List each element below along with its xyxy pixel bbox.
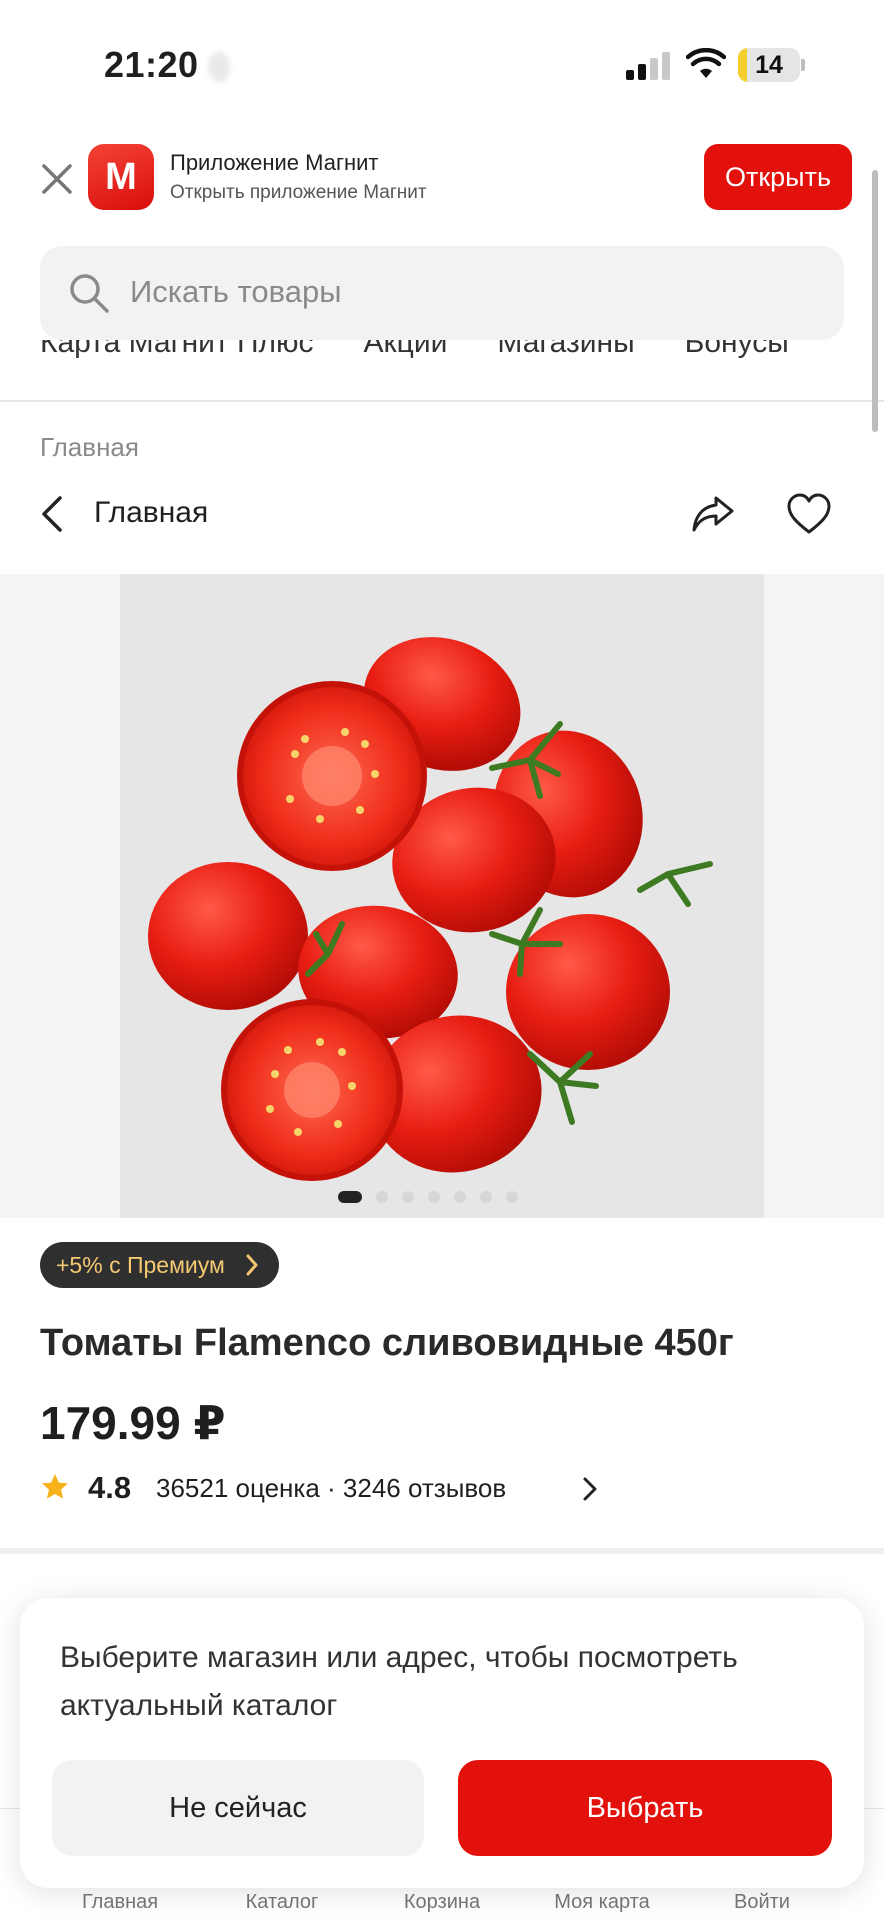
section-separator: [0, 1548, 884, 1554]
premium-badge-label: +5% с Премиум: [56, 1251, 225, 1278]
magnit-logo: M: [88, 144, 154, 210]
back-chevron-icon[interactable]: [38, 494, 66, 534]
choose-store-button[interactable]: Выбрать: [458, 1760, 832, 1856]
rating-score: 4.8: [88, 1470, 132, 1505]
rating-row[interactable]: 4.8 36521 оценка · 3246 отзывов: [40, 1468, 610, 1508]
search-placeholder: Искать товары: [130, 274, 342, 309]
product-title: Томаты Flamenco сливовидные 450г: [40, 1322, 734, 1364]
tab-login[interactable]: Войти: [692, 1891, 832, 1914]
banner-app-subtitle: Открыть приложение Магнит: [170, 182, 427, 203]
gallery-pagination[interactable]: [338, 1190, 518, 1204]
favorite-heart-icon[interactable]: [786, 492, 832, 536]
logo-letter: M: [105, 155, 137, 198]
category-item[interactable]: Бонусы: [685, 340, 789, 360]
premium-badge[interactable]: +5% с Премиум: [40, 1242, 279, 1288]
category-item[interactable]: Магазины: [497, 340, 634, 360]
open-app-button[interactable]: Открыть: [704, 144, 852, 210]
product-gallery[interactable]: [0, 574, 884, 1218]
sheet-message: Выберите магазин или адрес, чтобы посмот…: [60, 1641, 738, 1722]
wifi-icon: [686, 48, 726, 78]
close-icon[interactable]: [40, 162, 74, 196]
share-icon[interactable]: [690, 490, 736, 536]
pagination-dot[interactable]: [338, 1191, 362, 1203]
chevron-right-icon: [246, 1254, 258, 1276]
pagination-dot[interactable]: [454, 1191, 466, 1203]
pagination-dot[interactable]: [480, 1191, 492, 1203]
scrollbar[interactable]: [872, 170, 878, 432]
category-item[interactable]: Карта Магнит Плюс: [40, 340, 314, 360]
product-photo[interactable]: [120, 574, 764, 1218]
star-icon: [42, 1474, 68, 1499]
status-time: 21:20: [104, 44, 199, 85]
back-title[interactable]: Главная: [94, 496, 208, 530]
tomatoes-image: [148, 637, 713, 1181]
tab-home[interactable]: Главная: [50, 1891, 190, 1914]
product-screen: 21:20 14 M Приложение Магнит Открыть при…: [0, 0, 884, 1920]
search-icon: [70, 274, 109, 313]
pagination-dot[interactable]: [402, 1191, 414, 1203]
battery-icon: 14: [738, 48, 800, 82]
store-select-sheet: Выберите магазин или адрес, чтобы посмот…: [20, 1598, 864, 1888]
chevron-right-icon: [583, 1477, 597, 1501]
category-strip: Карта Магнит Плюс Акции Магазины Бонусы: [0, 340, 884, 368]
pagination-dot[interactable]: [428, 1191, 440, 1203]
pagination-dot[interactable]: [506, 1191, 518, 1203]
rating-counts: 36521 оценка · 3246 отзывов: [156, 1473, 507, 1503]
cellular-signal-icon: [626, 50, 672, 80]
header-divider: [0, 400, 884, 402]
breadcrumb[interactable]: Главная: [40, 432, 139, 463]
not-now-button[interactable]: Не сейчас: [52, 1760, 424, 1856]
battery-level: 14: [755, 51, 783, 79]
battery-cap: [801, 59, 805, 71]
product-price: 179.99 ₽: [40, 1397, 226, 1449]
pagination-dot[interactable]: [376, 1191, 388, 1203]
category-item[interactable]: Акции: [364, 340, 448, 360]
tab-cart[interactable]: Корзина: [372, 1891, 512, 1914]
status-bar: 21:20 14: [0, 0, 884, 130]
banner-app-name: Приложение Магнит: [170, 150, 379, 175]
app-banner: M Приложение Магнит Открыть приложение М…: [0, 130, 884, 240]
tab-my-card[interactable]: Моя карта: [532, 1891, 672, 1914]
status-indicator: [208, 52, 230, 82]
search-input[interactable]: Искать товары: [40, 246, 844, 340]
tab-catalog[interactable]: Каталог: [212, 1891, 352, 1914]
